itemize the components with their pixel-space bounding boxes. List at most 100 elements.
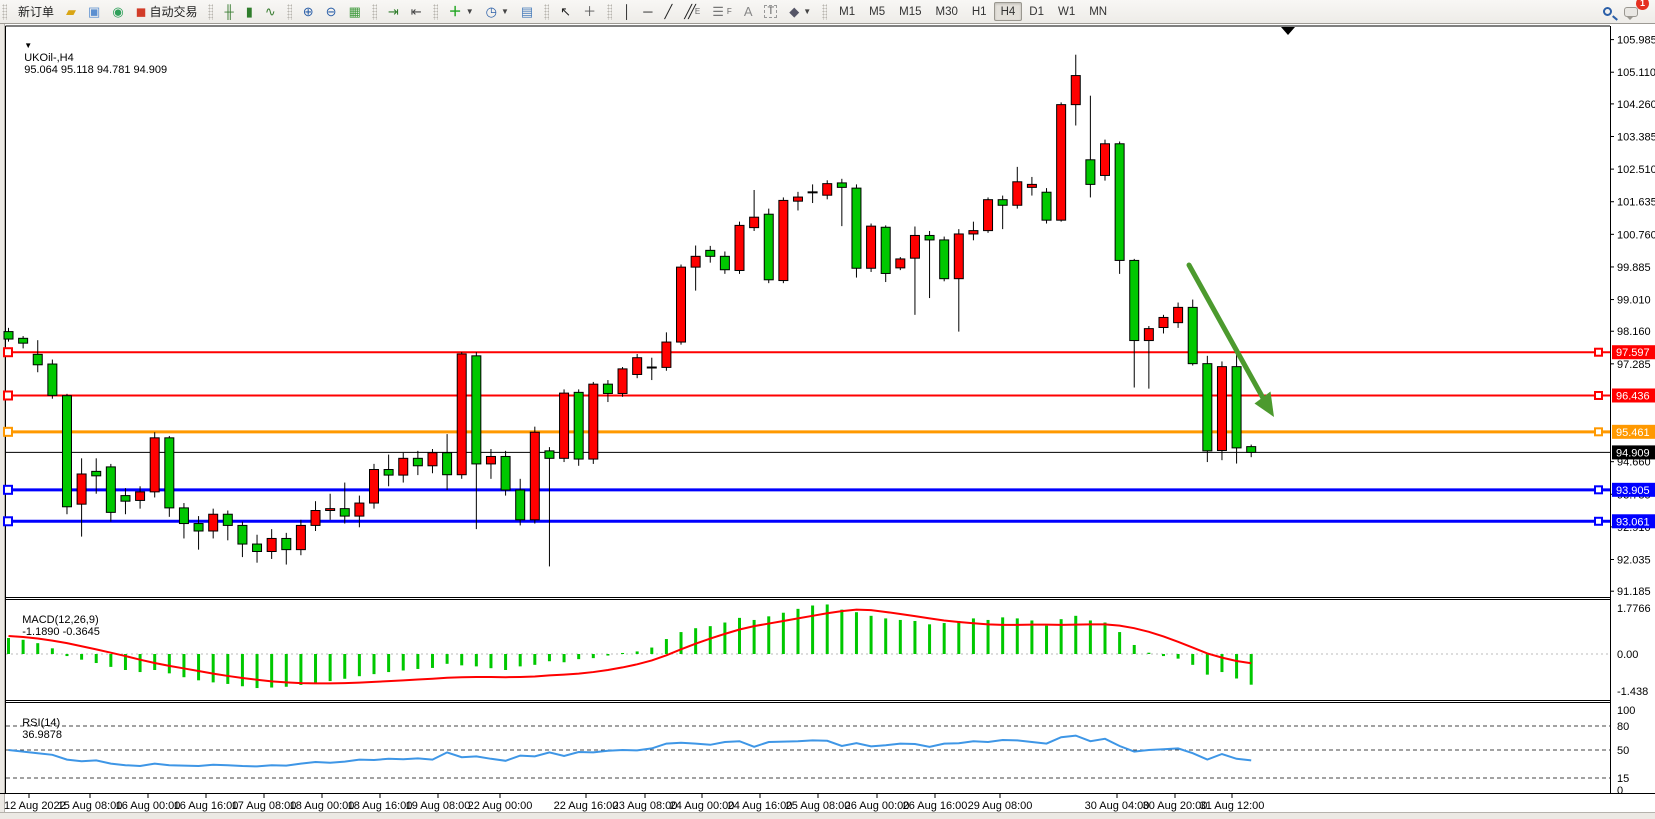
candle-down bbox=[998, 200, 1007, 206]
symbol-period-label: UKOil-,H4 bbox=[24, 52, 74, 64]
auto-scroll-button[interactable]: ⇥ bbox=[382, 2, 405, 22]
autotrade-icon: ◼ bbox=[136, 5, 147, 18]
zoom-in-icon: ⊕ bbox=[303, 5, 314, 18]
support-line-93061-right-anchor[interactable] bbox=[1595, 518, 1602, 525]
chart-shift-button[interactable]: ⇤ bbox=[405, 2, 428, 22]
notifications-button[interactable]: 1 bbox=[1618, 2, 1644, 22]
fibonacci-icon: ☰ bbox=[712, 5, 724, 18]
candle-up bbox=[779, 200, 788, 280]
support-line-93905-left-anchor[interactable] bbox=[4, 486, 12, 494]
zoom-in-button[interactable]: ⊕ bbox=[297, 2, 320, 22]
price-axis-label: 102.510 bbox=[1617, 164, 1655, 176]
crosshair-button[interactable]: ＋ bbox=[577, 2, 602, 22]
resistance-line-96436-right-anchor[interactable] bbox=[1595, 392, 1602, 399]
candle-up bbox=[984, 200, 993, 231]
candle-up bbox=[150, 438, 159, 492]
templates-icon: ▤ bbox=[521, 5, 533, 18]
candlestick-button[interactable]: ▮ bbox=[240, 2, 259, 22]
zoom-out-button[interactable]: ⊖ bbox=[320, 2, 343, 22]
timeframe-button-MN[interactable]: MN bbox=[1082, 2, 1114, 21]
chart-window[interactable]: 105.985105.110104.260103.385102.510101.6… bbox=[0, 24, 1655, 819]
templates-button[interactable]: ▤ bbox=[515, 2, 539, 22]
timeframe-button-M30[interactable]: M30 bbox=[928, 2, 964, 21]
candle-down bbox=[1232, 367, 1241, 448]
time-axis-label: 26 Aug 00:00 bbox=[845, 800, 910, 812]
toolbar-drag-handle[interactable] bbox=[822, 4, 827, 20]
candle-down bbox=[413, 458, 422, 465]
candle-up bbox=[428, 453, 437, 466]
candle-up bbox=[399, 458, 408, 475]
terminal-button[interactable]: ▣ bbox=[82, 2, 106, 22]
support-line-95461-left-anchor[interactable] bbox=[4, 428, 12, 436]
candle-down bbox=[253, 544, 262, 551]
toolbar-drag-handle[interactable] bbox=[287, 4, 292, 20]
line-chart-icon: ∿ bbox=[265, 5, 276, 18]
candle-down bbox=[121, 496, 130, 502]
arrows-button[interactable]: ◆▼ bbox=[783, 2, 817, 22]
support-line-93905-right-anchor[interactable] bbox=[1595, 486, 1602, 493]
chart-canvas[interactable]: 105.985105.110104.260103.385102.510101.6… bbox=[0, 24, 1655, 819]
text-button[interactable]: A bbox=[738, 2, 759, 22]
rsi-axis-label: 100 bbox=[1617, 705, 1635, 717]
timeframe-button-M5[interactable]: M5 bbox=[862, 2, 892, 21]
bar-chart-button[interactable]: ╫ bbox=[218, 2, 239, 22]
chart-title[interactable]: ▼ UKOil-,H4 95.064 95.118 94.781 94.909 bbox=[12, 28, 167, 88]
search-button[interactable] bbox=[1597, 2, 1618, 22]
support-line-93061-left-anchor[interactable] bbox=[4, 517, 12, 525]
trendline-button[interactable]: ╱ bbox=[658, 2, 678, 22]
text-label-button[interactable]: T bbox=[758, 2, 783, 22]
timeframe-button-W1[interactable]: W1 bbox=[1051, 2, 1082, 21]
toolbar-drag-handle[interactable] bbox=[607, 4, 612, 20]
timeframe-button-H1[interactable]: H1 bbox=[965, 2, 994, 21]
toolbar-drag-handle[interactable] bbox=[2, 4, 7, 20]
candle-down bbox=[808, 192, 817, 193]
tile-windows-button[interactable]: ▦ bbox=[343, 2, 367, 22]
rsi-axis-label: 80 bbox=[1617, 721, 1629, 733]
timeframe-button-M15[interactable]: M15 bbox=[892, 2, 928, 21]
terminal-icon: ▣ bbox=[88, 5, 100, 18]
timeframe-button-M1[interactable]: M1 bbox=[832, 2, 862, 21]
channel-icon: ╱╱ bbox=[684, 5, 692, 18]
indicators-button[interactable]: ＋▼ bbox=[443, 2, 480, 22]
fibonacci-button[interactable]: ☰F bbox=[706, 2, 738, 22]
price-axis-label: 104.260 bbox=[1617, 99, 1655, 111]
time-axis-label: 22 Aug 16:00 bbox=[554, 800, 619, 812]
candle-up bbox=[823, 184, 832, 196]
candle-down bbox=[940, 240, 949, 279]
resistance-line-97597-right-anchor[interactable] bbox=[1595, 349, 1602, 356]
cursor-button[interactable]: ↖ bbox=[554, 2, 577, 22]
text-icon: A bbox=[744, 5, 753, 18]
notification-badge: 1 bbox=[1636, 0, 1649, 10]
candle-down bbox=[852, 188, 861, 268]
chart-shift-marker[interactable] bbox=[1281, 27, 1295, 35]
candle-down bbox=[501, 456, 510, 490]
resistance-line-96436-left-anchor[interactable] bbox=[4, 391, 12, 399]
candle-up bbox=[969, 231, 978, 234]
new-order-button[interactable]: 新订单 bbox=[12, 2, 60, 22]
toolbar-drag-handle[interactable] bbox=[433, 4, 438, 20]
horizontal-line-button[interactable]: ─ bbox=[637, 2, 658, 22]
vertical-line-button[interactable]: │ bbox=[617, 2, 637, 22]
resistance-line-96436-price-tag-label: 96.436 bbox=[1616, 390, 1650, 402]
toolbar-drag-handle[interactable] bbox=[208, 4, 213, 20]
support-line-95461-right-anchor[interactable] bbox=[1595, 428, 1602, 435]
candle-up bbox=[633, 358, 642, 375]
trendline-icon: ╱ bbox=[664, 5, 672, 18]
line-chart-button[interactable]: ∿ bbox=[259, 2, 282, 22]
toolbar-drag-handle[interactable] bbox=[372, 4, 377, 20]
toolbar-drag-handle[interactable] bbox=[544, 4, 549, 20]
main-toolbar: 新订单 ▰ ▣ ◉ ◼ 自动交易 ╫ ▮ ∿ ⊕ ⊖ ▦ ⇥ ⇤ ＋▼ ◷▼ ▤… bbox=[0, 0, 1655, 24]
signal-button[interactable]: ◉ bbox=[106, 2, 129, 22]
time-axis-label: 15 Aug 08:00 bbox=[58, 800, 123, 812]
auto-trading-button[interactable]: ◼ 自动交易 bbox=[130, 2, 204, 22]
auto-trading-label: 自动交易 bbox=[149, 3, 197, 20]
gold-icon-button[interactable]: ▰ bbox=[60, 2, 82, 22]
periods-button[interactable]: ◷▼ bbox=[480, 2, 515, 22]
candle-down bbox=[62, 396, 71, 507]
channel-button[interactable]: ╱╱E bbox=[678, 2, 706, 22]
resistance-line-97597-left-anchor[interactable] bbox=[4, 348, 12, 356]
resistance-line-97597-price-tag-label: 97.597 bbox=[1616, 347, 1650, 359]
timeframe-button-H4[interactable]: H4 bbox=[994, 2, 1023, 21]
one-click-trading-toggle[interactable]: ▼ bbox=[24, 41, 32, 50]
timeframe-button-D1[interactable]: D1 bbox=[1022, 2, 1051, 21]
